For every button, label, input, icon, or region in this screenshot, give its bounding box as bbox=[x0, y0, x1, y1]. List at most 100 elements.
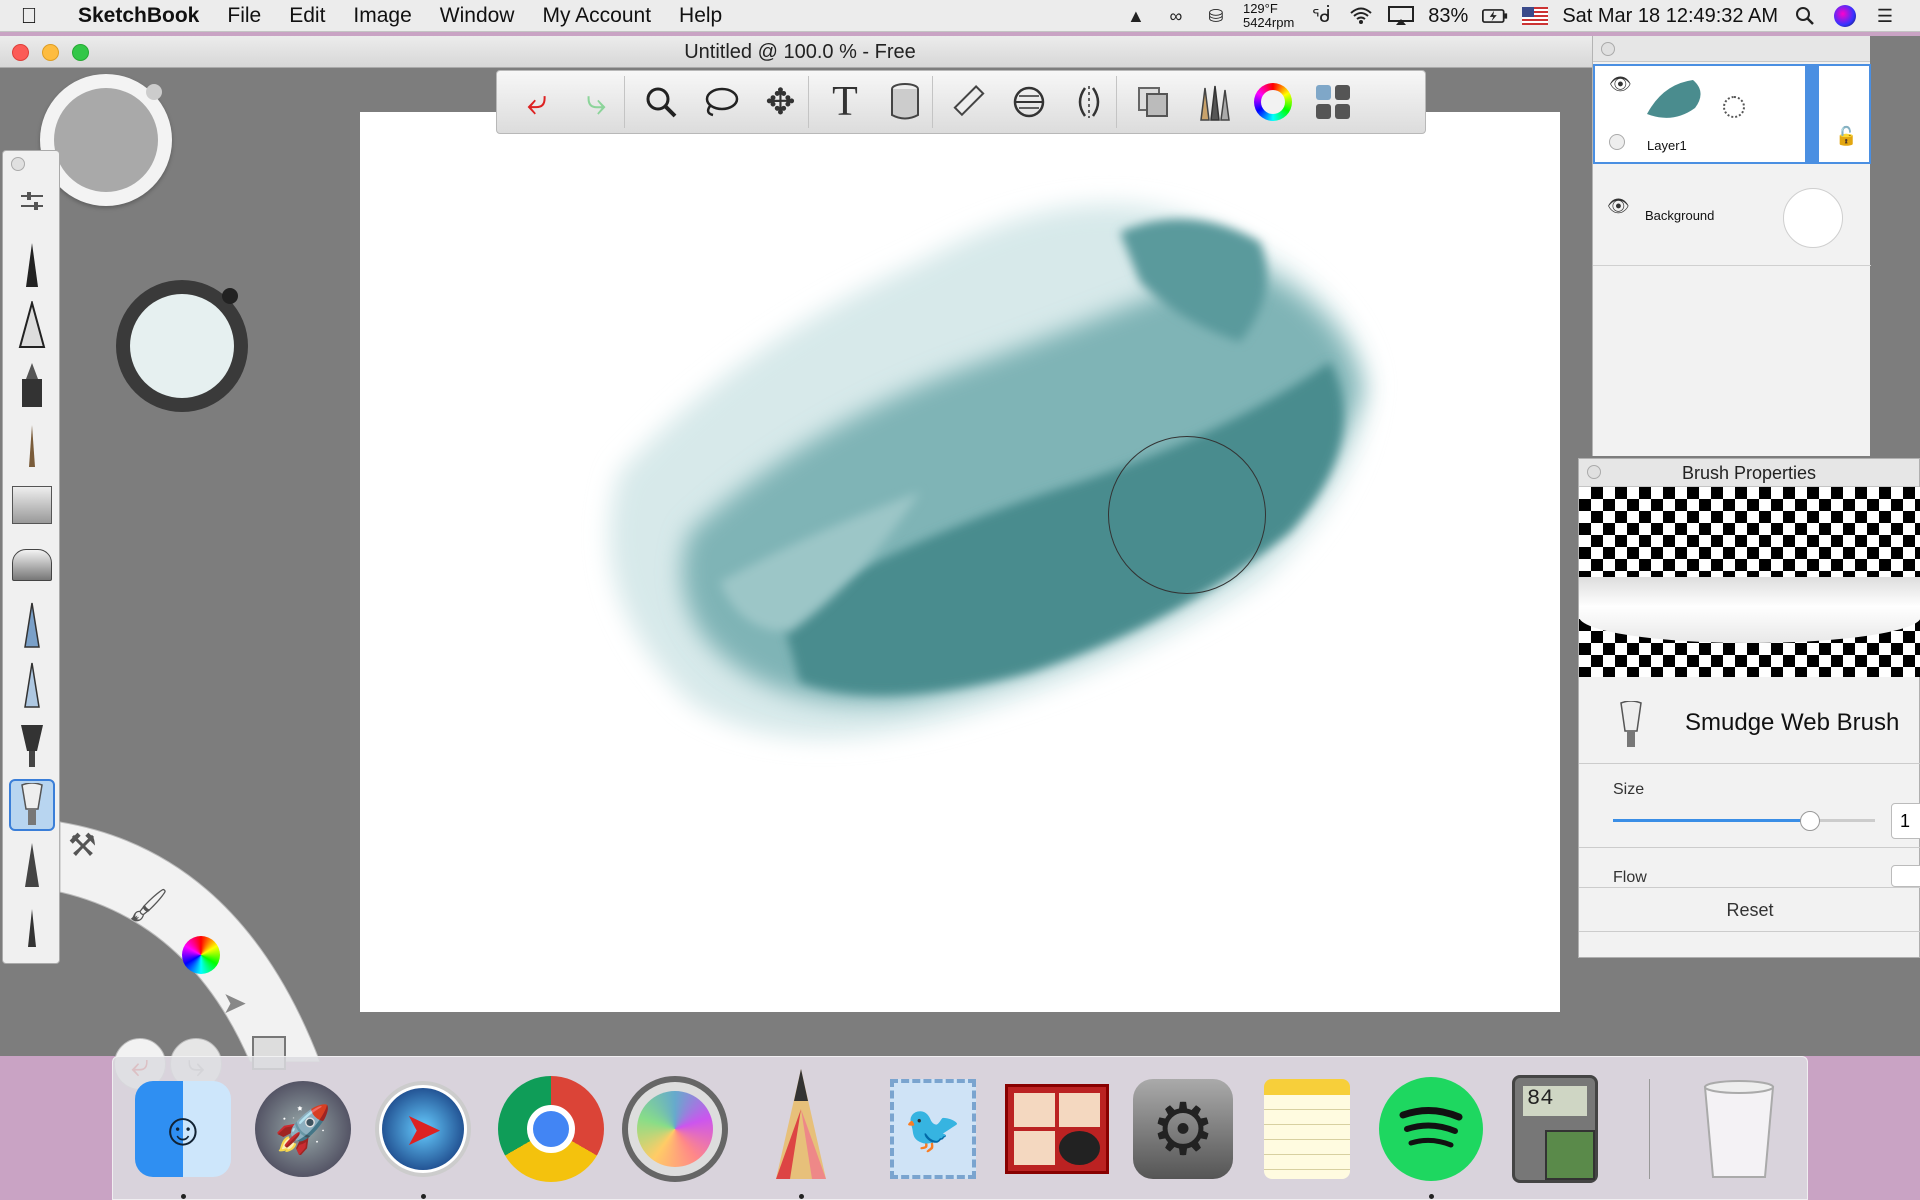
menu-edit[interactable]: Edit bbox=[275, 4, 339, 28]
copy-paste-icon[interactable] bbox=[1125, 76, 1181, 128]
layer-move-icon[interactable] bbox=[1723, 96, 1745, 118]
ui-layout-icon[interactable] bbox=[1305, 76, 1361, 128]
bluetooth-icon[interactable]: ᖂ bbox=[1308, 5, 1334, 27]
flat-brush-icon[interactable] bbox=[9, 719, 55, 771]
trash-dock-icon[interactable] bbox=[1685, 1075, 1793, 1183]
inking-pen-brush-icon[interactable] bbox=[9, 299, 55, 351]
safari-dock-icon[interactable]: ➤ bbox=[369, 1075, 477, 1199]
color-puck[interactable] bbox=[116, 280, 248, 412]
apple-menu-icon[interactable]:  bbox=[0, 3, 58, 29]
layer-lock-radio-icon[interactable] bbox=[1609, 134, 1625, 150]
launchpad-dock-icon[interactable]: 🚀 bbox=[249, 1075, 357, 1183]
layer-name: Layer1 bbox=[1647, 138, 1687, 153]
brush-stroke-preview bbox=[1579, 487, 1920, 677]
battery-percent[interactable]: 83% bbox=[1428, 5, 1468, 28]
brush-library-icon[interactable] bbox=[1185, 76, 1241, 128]
lagoon-menu bbox=[59, 821, 321, 1062]
puck-close-icon[interactable] bbox=[222, 288, 238, 304]
layer-scrollbar[interactable] bbox=[1805, 66, 1819, 162]
fill-bucket-icon[interactable] bbox=[877, 76, 933, 128]
lagoon-color-wheel-icon[interactable] bbox=[182, 936, 220, 974]
menu-help[interactable]: Help bbox=[665, 4, 736, 28]
mail-dock-icon[interactable]: 🐦 bbox=[879, 1075, 987, 1183]
layer-thumbnail bbox=[1643, 74, 1709, 130]
layer-lock-icon[interactable]: 🔓 bbox=[1835, 126, 1857, 147]
sketchbook-window: Untitled @ 100.0 % - Free ⤶ ⤷ ✥ T ⚒ 🖌 ➤ … bbox=[0, 36, 1920, 1090]
ruler-icon[interactable] bbox=[941, 76, 997, 128]
sketchbook-dock-icon[interactable] bbox=[747, 1069, 855, 1199]
brush-properties-close-icon[interactable] bbox=[1587, 465, 1601, 479]
visibility-eye-icon[interactable]: 👁 bbox=[1607, 196, 1630, 217]
color-wheel-icon[interactable] bbox=[1245, 76, 1301, 128]
marker-brush-icon[interactable] bbox=[9, 359, 55, 411]
size-label: Size bbox=[1613, 781, 1645, 798]
blending-brush-icon[interactable] bbox=[9, 659, 55, 711]
spotify-dock-icon[interactable] bbox=[1377, 1075, 1485, 1199]
size-value-field[interactable]: 1 bbox=[1891, 803, 1920, 839]
zoom-window-button[interactable] bbox=[72, 44, 89, 61]
layer-row-background[interactable]: 👁 Background bbox=[1593, 166, 1871, 266]
background-color-thumbnail[interactable] bbox=[1783, 188, 1843, 248]
visibility-eye-icon[interactable]: 👁 bbox=[1609, 74, 1632, 95]
finder-dock-icon[interactable]: ☺ bbox=[129, 1075, 237, 1199]
menu-app-name[interactable]: SketchBook bbox=[58, 4, 213, 28]
chrome-dock-icon[interactable] bbox=[497, 1075, 605, 1183]
close-window-button[interactable] bbox=[12, 44, 29, 61]
shield-icon[interactable]: ⛁ bbox=[1203, 5, 1229, 27]
drawing-canvas[interactable] bbox=[360, 112, 1560, 1012]
size-value: 1 bbox=[1900, 811, 1911, 831]
airbrush-icon[interactable] bbox=[9, 479, 55, 531]
lasso-select-icon[interactable] bbox=[693, 76, 749, 128]
layer-panel-close-icon[interactable] bbox=[1601, 42, 1615, 56]
lagoon-tools-icon[interactable]: ⚒ bbox=[68, 826, 106, 872]
zoom-icon[interactable] bbox=[633, 76, 689, 128]
graphing-calculator-dock-icon[interactable]: 84 bbox=[1501, 1075, 1609, 1183]
ellipse-guide-icon[interactable] bbox=[1001, 76, 1057, 128]
window-title: Untitled @ 100.0 % - Free bbox=[684, 41, 916, 63]
size-slider-knob[interactable] bbox=[1799, 811, 1820, 831]
pencil-brush-icon[interactable] bbox=[9, 239, 55, 291]
input-source-flag-icon[interactable] bbox=[1522, 7, 1549, 25]
airplay-icon[interactable] bbox=[1388, 5, 1415, 27]
notification-center-icon[interactable]: ☰ bbox=[1872, 5, 1898, 27]
reset-button[interactable]: Reset bbox=[1579, 889, 1920, 931]
notes-dock-icon[interactable] bbox=[1253, 1075, 1361, 1183]
layer-row-layer1[interactable]: 👁 Layer1 🔓 bbox=[1593, 64, 1871, 164]
brush-cursor bbox=[1108, 436, 1266, 594]
brush-properties-panel: Brush Properties Smudge Web Brush Size 1… bbox=[1578, 458, 1920, 958]
symmetry-icon[interactable] bbox=[1061, 76, 1117, 128]
system-preferences-dock-icon[interactable]: ⚙ bbox=[1129, 1075, 1237, 1183]
menu-window[interactable]: Window bbox=[426, 4, 529, 28]
move-transform-icon[interactable]: ✥ bbox=[753, 76, 809, 128]
lagoon-select-icon[interactable]: ➤ bbox=[222, 986, 260, 1024]
menu-image[interactable]: Image bbox=[339, 4, 425, 28]
wifi-icon[interactable] bbox=[1348, 5, 1374, 27]
brush-settings-icon[interactable] bbox=[9, 175, 55, 227]
flow-value-field[interactable] bbox=[1891, 865, 1920, 887]
temp-monitor[interactable]: 129°F 5424rpm bbox=[1243, 2, 1294, 30]
siri-icon[interactable] bbox=[1832, 5, 1858, 27]
text-tool-icon[interactable]: T bbox=[817, 76, 873, 128]
size-slider[interactable] bbox=[1613, 811, 1875, 831]
pixelmator-dock-icon[interactable] bbox=[621, 1075, 729, 1183]
battery-charging-icon[interactable] bbox=[1482, 5, 1508, 27]
menu-file[interactable]: File bbox=[213, 4, 275, 28]
menu-my-account[interactable]: My Account bbox=[528, 4, 665, 28]
undo-icon[interactable]: ⤶ bbox=[509, 76, 565, 128]
spotlight-search-icon[interactable] bbox=[1792, 5, 1818, 27]
size-slider-fill bbox=[1613, 819, 1810, 822]
puck-close-icon[interactable] bbox=[146, 84, 162, 100]
lagoon-brush-icon[interactable]: 🖌 bbox=[128, 886, 169, 932]
main-toolbar: ⤶ ⤷ ✥ T bbox=[496, 70, 1426, 134]
chisel-brush-icon[interactable] bbox=[9, 599, 55, 651]
redo-icon[interactable]: ⤷ bbox=[569, 76, 625, 128]
clock[interactable]: Sat Mar 18 12:49:32 AM bbox=[1562, 5, 1778, 28]
palette-close-icon[interactable] bbox=[11, 157, 25, 171]
photo-booth-dock-icon[interactable] bbox=[1003, 1075, 1111, 1183]
eraser-icon[interactable] bbox=[9, 539, 55, 591]
minimize-window-button[interactable] bbox=[42, 44, 59, 61]
creative-cloud-icon[interactable]: ∞ bbox=[1163, 5, 1189, 27]
paint-strokes bbox=[609, 204, 1370, 739]
paint-brush-icon[interactable] bbox=[9, 419, 55, 471]
google-drive-icon[interactable]: ▲ bbox=[1123, 5, 1149, 27]
